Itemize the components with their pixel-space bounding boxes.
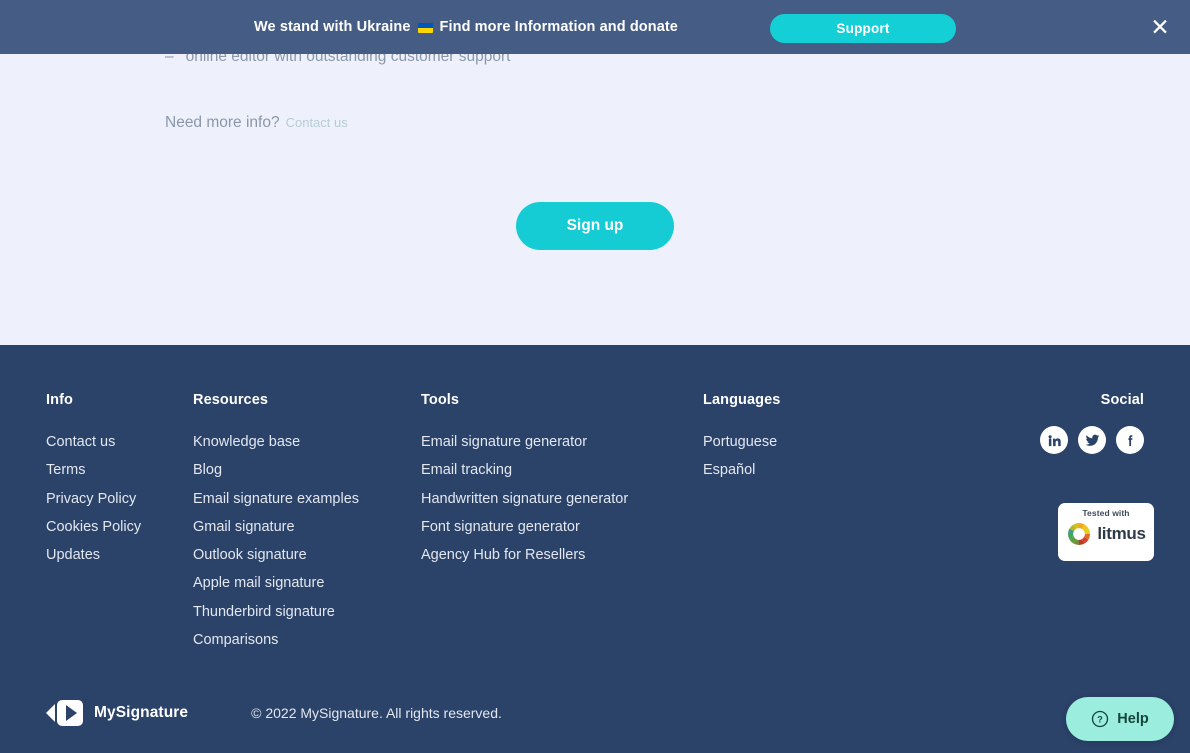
footer-link-thunderbird-signature[interactable]: Thunderbird signature [193,598,359,626]
sign-up-button[interactable]: Sign up [516,202,674,250]
footer-link-terms[interactable]: Terms [46,456,141,484]
footer-link-outlook-signature[interactable]: Outlook signature [193,541,359,569]
litmus-badge[interactable]: Tested with litmus [1058,503,1154,561]
footer-column-tools: Tools Email signature generator Email tr… [421,392,628,569]
facebook-icon[interactable] [1116,426,1144,454]
copyright-text: © 2022 MySignature. All rights reserved. [251,705,502,721]
banner-message: We stand with Ukraine Find more Informat… [254,19,678,35]
close-icon[interactable]: ✕ [1146,13,1174,41]
social-icons-group [1040,426,1144,454]
help-widget-label: Help [1117,711,1149,727]
logo-box [57,700,83,726]
svg-text:?: ? [1098,714,1104,724]
footer-bottom-row: MySignature © 2022 MySignature. All righ… [46,700,502,726]
footer-link-apple-mail-signature[interactable]: Apple mail signature [193,569,359,597]
footer-link-cookies-policy[interactable]: Cookies Policy [46,513,141,541]
footer-column-resources: Resources Knowledge base Blog Email sign… [193,392,359,654]
footer-link-updates[interactable]: Updates [46,541,141,569]
footer-link-handwritten-signature-generator[interactable]: Handwritten signature generator [421,485,628,513]
footer-column-title: Social [1100,392,1144,408]
footer-column-languages: Languages Portuguese Español [703,392,780,485]
logo-play-shape [66,705,77,721]
footer-link-font-signature-generator[interactable]: Font signature generator [421,513,628,541]
footer-link-contact-us[interactable]: Contact us [46,428,141,456]
help-widget-button[interactable]: ? Help [1066,697,1174,741]
footer-link-knowledge-base[interactable]: Knowledge base [193,428,359,456]
site-footer: Info Contact us Terms Privacy Policy Coo… [0,345,1190,753]
support-button[interactable]: Support [770,14,956,43]
footer-link-email-signature-examples[interactable]: Email signature examples [193,485,359,513]
footer-link-privacy-policy[interactable]: Privacy Policy [46,485,141,513]
banner-text-after: Find more Information and donate [439,19,678,35]
footer-link-gmail-signature[interactable]: Gmail signature [193,513,359,541]
need-more-info: Need more info? Contact us [165,114,348,132]
brand-name: MySignature [94,704,189,721]
mysignature-logo-icon[interactable] [46,700,83,726]
banner-text-before: We stand with Ukraine [254,19,411,35]
contact-us-link[interactable]: Contact us [286,115,348,130]
logo-triangle [46,704,55,722]
footer-column-title: Languages [703,392,781,408]
twitter-icon[interactable] [1078,426,1106,454]
footer-link-espanol[interactable]: Español [703,456,780,484]
footer-column-title: Tools [421,392,460,408]
litmus-tested-with-label: Tested with [1082,508,1130,518]
need-more-info-label: Need more info? [165,114,280,131]
footer-link-portuguese[interactable]: Portuguese [703,428,780,456]
footer-link-email-signature-generator[interactable]: Email signature generator [421,428,628,456]
ukraine-banner: We stand with Ukraine Find more Informat… [0,0,1190,54]
litmus-logo-row: litmus [1066,521,1146,547]
footer-link-comparisons[interactable]: Comparisons [193,626,359,654]
footer-column-info: Info Contact us Terms Privacy Policy Coo… [46,392,141,569]
litmus-mark-icon [1068,522,1091,546]
page-root: – online editor with outstanding custome… [0,0,1190,753]
footer-column-title: Info [46,392,73,408]
litmus-wordmark: litmus [1097,524,1146,543]
footer-column-title: Resources [193,392,269,408]
question-mark-icon: ? [1092,710,1109,728]
footer-link-agency-hub[interactable]: Agency Hub for Resellers [421,541,628,569]
footer-link-blog[interactable]: Blog [193,456,359,484]
linkedin-icon[interactable] [1040,426,1068,454]
ukraine-flag-icon [417,23,433,33]
footer-column-social: Social [1040,392,1144,454]
footer-link-email-tracking[interactable]: Email tracking [421,456,628,484]
